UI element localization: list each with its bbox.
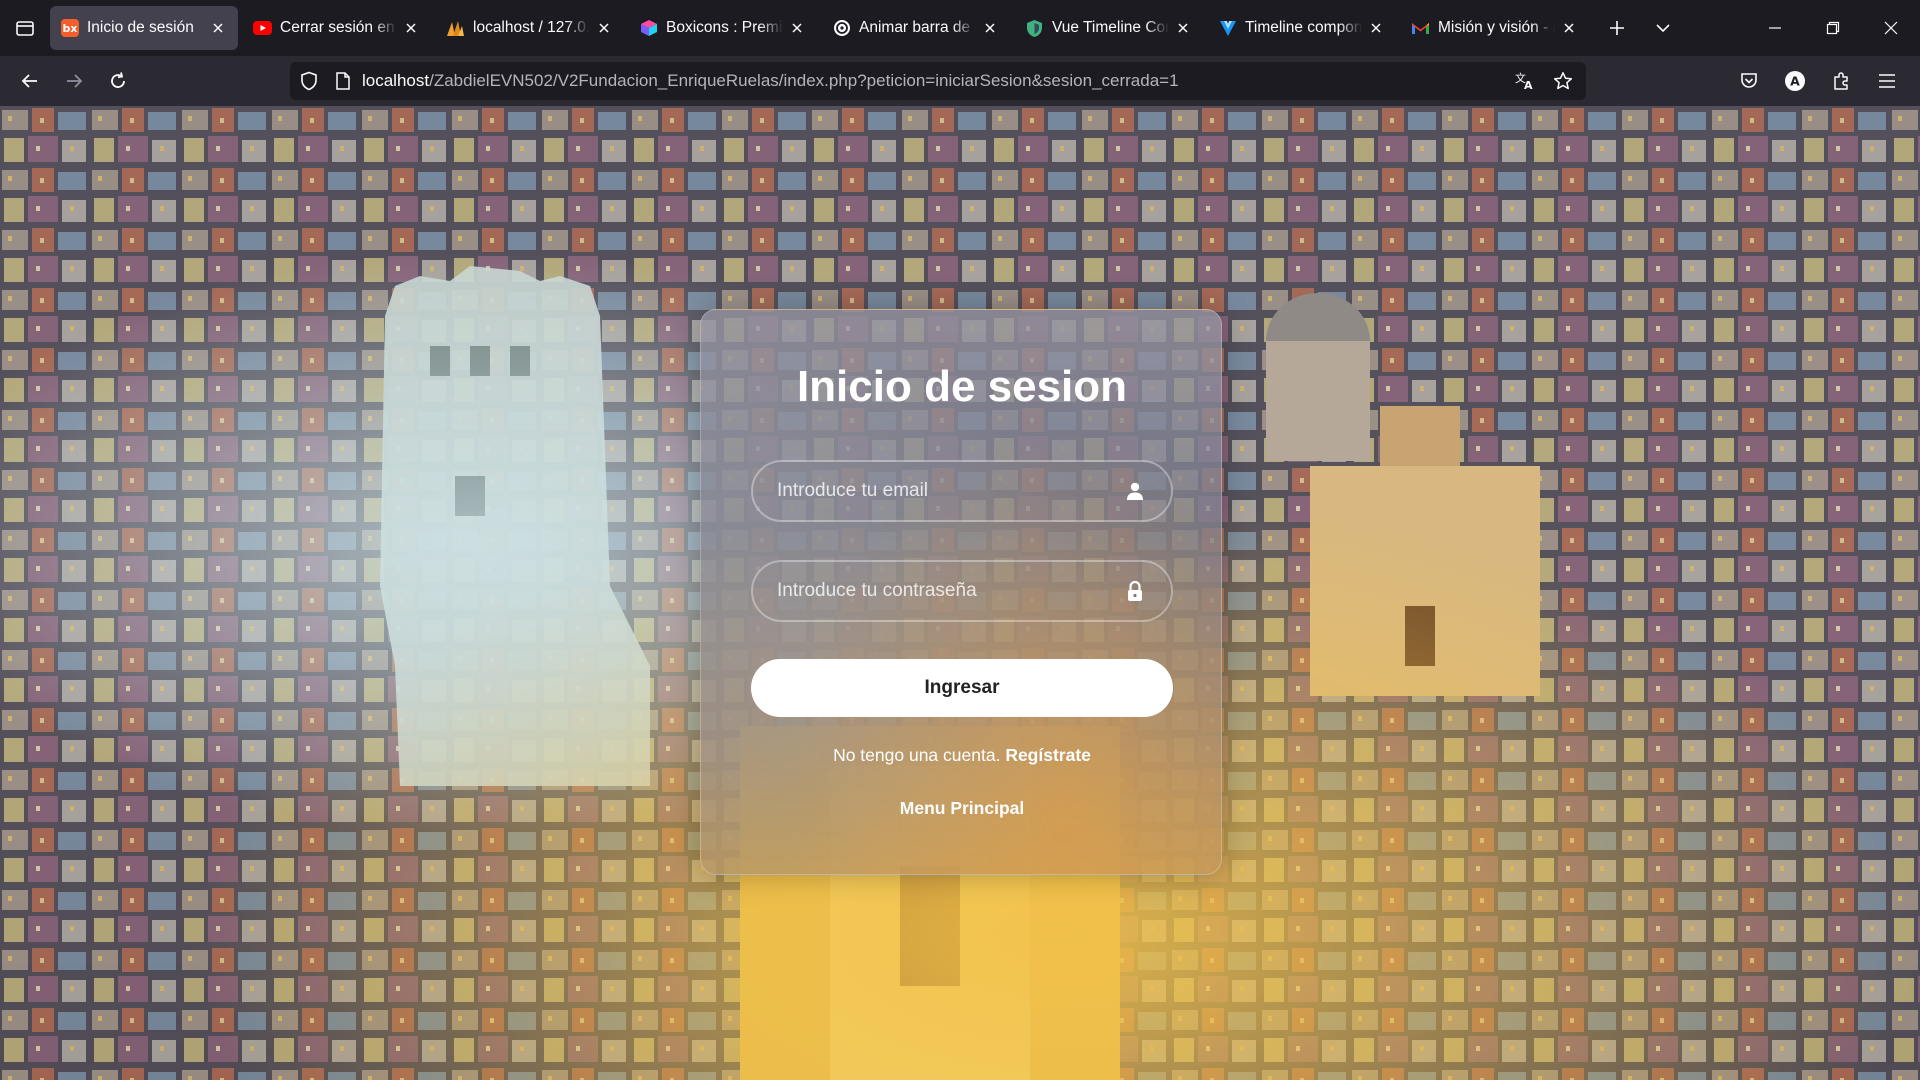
address-bar-actions: 文A	[1506, 62, 1582, 100]
page-icon	[336, 72, 350, 90]
url-path: /ZabdielEVN502/V2Fundacion_EnriqueRuelas…	[429, 71, 1179, 90]
svg-text:bx: bx	[62, 22, 77, 35]
extensions-button[interactable]	[1818, 61, 1864, 101]
tab-timeline-component[interactable]: Timeline component	[1208, 6, 1396, 50]
page-viewport: Inicio de sesion Ingresar No tengo una c…	[0, 106, 1920, 1080]
back-arrow-icon	[21, 74, 37, 88]
minimize-icon	[1769, 27, 1781, 29]
account-avatar-icon: A	[1785, 71, 1805, 91]
tab-title: Vue Timeline Component	[1052, 19, 1169, 36]
hamburger-menu-icon	[1879, 74, 1895, 88]
tab-overview-icon	[16, 21, 34, 36]
address-bar[interactable]: localhost/ZabdielEVN502/V2Fundacion_Enri…	[290, 62, 1586, 100]
tab-phpmyadmin[interactable]: localhost / 127.0.0.1	[436, 6, 624, 50]
minimize-button[interactable]	[1746, 0, 1804, 56]
close-tab-icon[interactable]	[1173, 18, 1193, 38]
close-tab-icon[interactable]	[1559, 18, 1579, 38]
gmail-icon	[1411, 19, 1430, 38]
close-tab-icon[interactable]	[208, 18, 228, 38]
tab-boxicons[interactable]: Boxicons : Premium	[629, 6, 817, 50]
boxicons-logo-icon: bx	[60, 19, 79, 38]
tab-title: Animar barra de navegación	[859, 19, 976, 36]
lock-icon	[1123, 579, 1147, 603]
boxicons-cube-icon	[639, 19, 658, 38]
restore-icon	[1826, 21, 1840, 35]
chevron-down-icon	[1656, 24, 1670, 33]
email-input[interactable]	[777, 480, 1123, 502]
close-window-button[interactable]	[1862, 0, 1920, 56]
reload-button[interactable]	[96, 61, 140, 101]
tab-title: Inicio de sesión	[87, 19, 194, 36]
email-field[interactable]	[751, 460, 1173, 522]
restore-button[interactable]	[1804, 0, 1862, 56]
login-title: Inicio de sesion	[796, 362, 1128, 411]
tab-animar-barra[interactable]: Animar barra de navegación	[822, 6, 1010, 50]
tab-title: Misión y visión - a	[1438, 19, 1555, 36]
register-prompt: No tengo una cuenta. Regístrate	[701, 745, 1223, 766]
user-icon	[1123, 479, 1147, 503]
new-tab-button[interactable]	[1594, 6, 1640, 50]
youtube-icon	[253, 19, 272, 38]
toolbar-actions: A	[1726, 61, 1910, 101]
plus-icon	[1610, 21, 1624, 35]
close-tab-icon[interactable]	[594, 18, 614, 38]
app-menu-button[interactable]	[1864, 61, 1910, 101]
url-text[interactable]: localhost/ZabdielEVN502/V2Fundacion_Enri…	[362, 71, 1506, 91]
pocket-icon	[1741, 73, 1757, 88]
close-icon	[1884, 21, 1898, 35]
tab-strip: bx Inicio de sesión Cerrar sesión en PHP…	[0, 0, 1920, 56]
window-controls	[1746, 0, 1920, 56]
forward-arrow-icon	[67, 74, 83, 88]
password-input[interactable]	[777, 580, 1123, 602]
tab-vue-timeline[interactable]: Vue Timeline Component	[1015, 6, 1203, 50]
tab-mision-vision[interactable]: Misión y visión - a	[1401, 6, 1589, 50]
tab-list: bx Inicio de sesión Cerrar sesión en PHP…	[50, 0, 1686, 56]
profile-initial: A	[1790, 74, 1800, 89]
reload-icon	[111, 72, 125, 88]
back-button[interactable]	[8, 61, 52, 101]
account-button[interactable]: A	[1772, 61, 1818, 101]
tab-title: Cerrar sesión en PHP	[280, 19, 397, 36]
phpmyadmin-icon	[446, 19, 465, 38]
register-prompt-text: No tengo una cuenta.	[833, 745, 1001, 765]
close-tab-icon[interactable]	[787, 18, 807, 38]
bookmark-star-button[interactable]	[1544, 62, 1582, 100]
register-link[interactable]: Regístrate	[1005, 745, 1091, 765]
star-icon	[1553, 72, 1573, 90]
tab-title: Boxicons : Premium	[666, 19, 783, 36]
forward-button[interactable]	[52, 61, 96, 101]
tab-overview-button[interactable]	[0, 0, 50, 56]
login-card: Inicio de sesion Ingresar No tengo una c…	[700, 309, 1222, 875]
svg-text:A: A	[1524, 79, 1533, 91]
close-tab-icon[interactable]	[980, 18, 1000, 38]
tracking-protection-button[interactable]	[290, 62, 328, 100]
navigation-toolbar: localhost/ZabdielEVN502/V2Fundacion_Enri…	[0, 56, 1920, 106]
puzzle-piece-icon	[1834, 72, 1848, 90]
ingresar-button[interactable]: Ingresar	[751, 659, 1173, 717]
tab-inicio-de-sesion[interactable]: bx Inicio de sesión	[50, 6, 238, 50]
tab-title: localhost / 127.0.0.1	[473, 19, 590, 36]
close-tab-icon[interactable]	[401, 18, 421, 38]
list-all-tabs-button[interactable]	[1640, 6, 1686, 50]
pocket-button[interactable]	[1726, 61, 1772, 101]
tab-cerrar-sesion[interactable]: Cerrar sesión en PHP	[243, 6, 431, 50]
tab-title: Timeline component	[1245, 19, 1362, 36]
shield-icon	[1025, 19, 1044, 38]
shield-icon	[301, 71, 317, 91]
page-info-button[interactable]	[328, 62, 358, 100]
menu-principal-link[interactable]: Menu Principal	[701, 798, 1223, 819]
url-host: localhost	[362, 71, 430, 90]
password-field[interactable]	[751, 560, 1173, 622]
vuetify-icon	[1218, 19, 1237, 38]
translate-icon: 文A	[1515, 71, 1533, 91]
translate-button[interactable]: 文A	[1506, 62, 1544, 100]
close-tab-icon[interactable]	[1366, 18, 1386, 38]
openai-icon	[832, 19, 851, 38]
